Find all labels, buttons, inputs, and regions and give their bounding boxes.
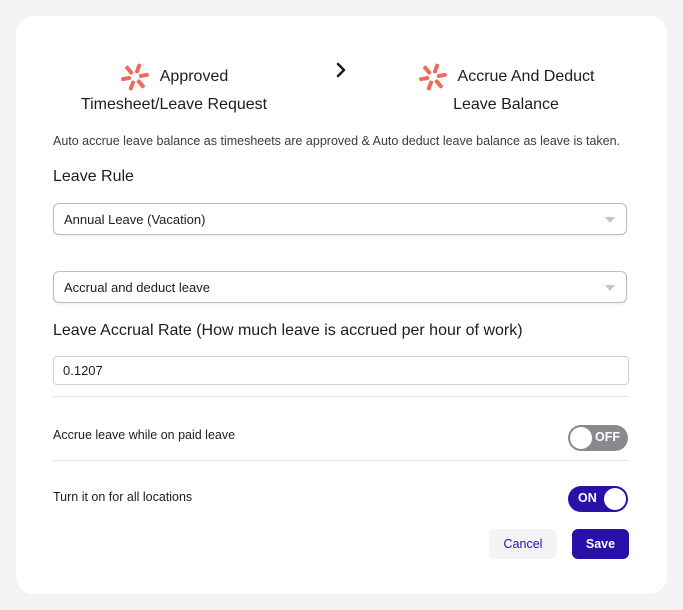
- leave-mode-select[interactable]: Accrual and deduct leave: [53, 271, 627, 303]
- all-locations-toggle[interactable]: ON: [568, 486, 628, 512]
- flow-step-accrue-line2: Leave Balance: [453, 96, 559, 113]
- accrue-on-paid-leave-label: Accrue leave while on paid leave: [53, 428, 236, 442]
- brand-logo-icon: [418, 63, 447, 91]
- leave-rule-heading: Leave Rule: [53, 168, 134, 185]
- leave-rule-select-value: Annual Leave (Vacation): [64, 211, 206, 227]
- accrual-rate-input[interactable]: [53, 356, 629, 385]
- description-text: Auto accrue leave balance as timesheets …: [53, 134, 621, 148]
- accrual-rate-heading: Leave Accrual Rate (How much leave is ac…: [53, 322, 523, 339]
- leave-mode-select-value: Accrual and deduct leave: [64, 279, 210, 295]
- flow-step-approved: Approved Timesheet/Leave Request: [79, 62, 269, 118]
- toggle-knob: [570, 427, 592, 449]
- chevron-right-icon: [336, 62, 346, 78]
- chevron-down-icon: [605, 285, 615, 291]
- leave-accrual-card: Approved Timesheet/Leave Request Accrue …: [16, 16, 667, 594]
- divider: [53, 396, 629, 397]
- leave-rule-select[interactable]: Annual Leave (Vacation): [53, 203, 627, 235]
- flow-step-accrue-line1: Accrue And Deduct: [457, 68, 595, 85]
- brand-logo-icon: [120, 63, 149, 91]
- toggle-state-text: ON: [578, 491, 597, 505]
- accrue-on-paid-leave-toggle[interactable]: OFF: [568, 425, 628, 451]
- all-locations-label: Turn it on for all locations: [53, 490, 193, 504]
- flow-step-accrue-deduct: Accrue And Deduct Leave Balance: [406, 62, 606, 118]
- divider: [53, 460, 629, 461]
- workflow-header: Approved Timesheet/Leave Request Accrue …: [16, 16, 667, 136]
- save-button[interactable]: Save: [572, 529, 629, 559]
- flow-step-approved-line1: Approved: [159, 68, 229, 85]
- toggle-state-text: OFF: [595, 430, 620, 444]
- cancel-button[interactable]: Cancel: [489, 529, 557, 559]
- chevron-down-icon: [605, 217, 615, 223]
- flow-step-approved-line2: Timesheet/Leave Request: [80, 96, 268, 113]
- toggle-knob: [604, 488, 626, 510]
